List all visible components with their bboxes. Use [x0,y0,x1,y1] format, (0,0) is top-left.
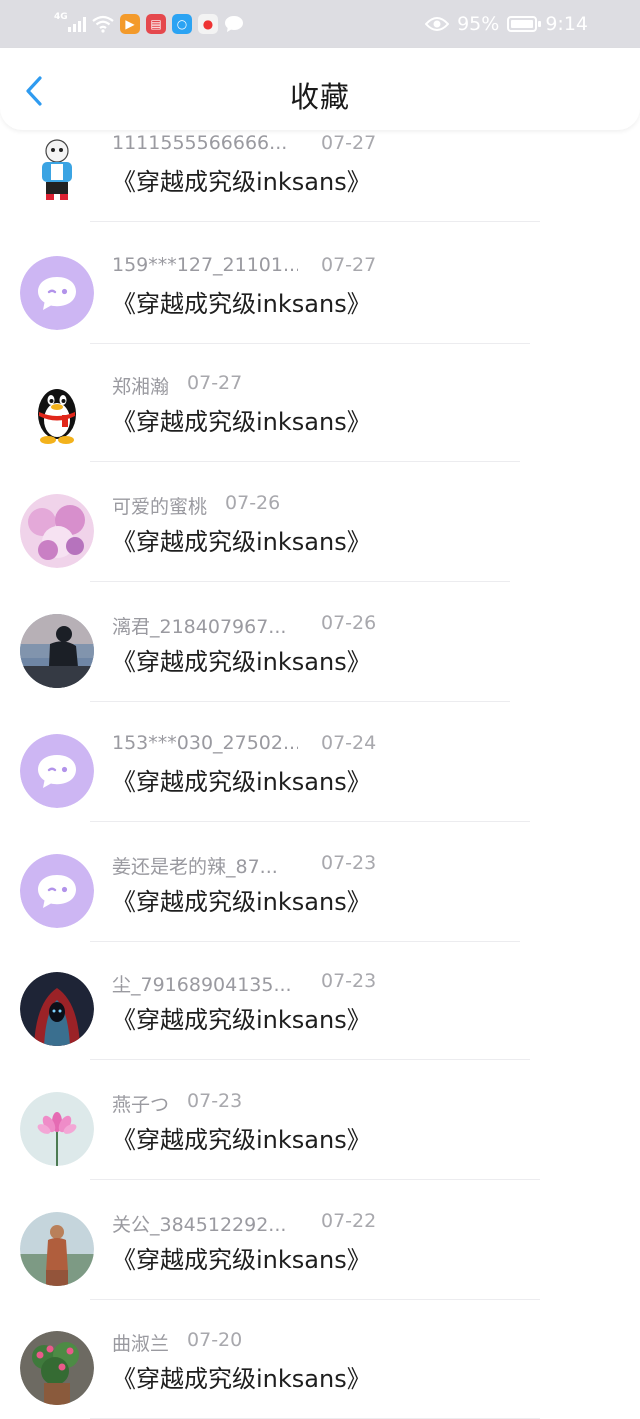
list-item[interactable]: 曲淑兰 07-20 《穿越成究级inksans》 [0,1287,640,1419]
user-name: 尘_79168904135... [112,974,292,996]
video-app-icon: ▶ [120,14,140,34]
user-name: 郑湘瀚 [112,376,170,398]
favorite-date: 07-27 [321,254,377,276]
item-meta: 曲淑兰 07-20 [112,1329,242,1356]
game-app-icon: ● [198,14,218,34]
item-meta: 1111555566666... 07-27 [112,132,376,154]
list-item[interactable]: 可爱的蜜桃 07-26 《穿越成究级inksans》 [0,450,640,582]
list-item[interactable]: 尘_79168904135... 07-23 《穿越成究级inksans》 [0,928,640,1060]
battery-icon [507,16,542,32]
item-meta: 可爱的蜜桃 07-26 [112,492,280,519]
favorite-date: 07-22 [321,1210,377,1232]
work-title[interactable]: 《穿越成究级inksans》 [112,642,371,677]
list-item[interactable]: 关公_384512292... 07-22 《穿越成究级inksans》 [0,1168,640,1300]
item-meta: 159***127_21101... 07-27 [112,254,376,276]
list-item[interactable]: 郑湘瀚 07-27 《穿越成究级inksans》 [0,330,640,462]
user-name: 159***127_21101... [112,254,298,276]
work-title[interactable]: 《穿越成究级inksans》 [112,284,371,319]
list-item[interactable]: 姜还是老的辣_87... 07-23 《穿越成究级inksans》 [0,810,640,942]
item-meta: 尘_79168904135... 07-23 [112,970,376,997]
work-title[interactable]: 《穿越成究级inksans》 [112,1000,371,1035]
list-item[interactable]: 漓君_218407967... 07-26 《穿越成究级inksans》 [0,570,640,702]
user-name: 153***030_27502... [112,732,298,754]
network-type: 4G [54,12,68,22]
signal-icon: 4G [54,12,86,32]
list-item[interactable]: 153***030_27502... 07-24 《穿越成究级inksans》 [0,690,640,822]
item-meta: 姜还是老的辣_87... 07-23 [112,852,376,879]
avatar[interactable] [20,134,94,208]
item-meta: 郑湘瀚 07-27 [112,372,242,399]
item-meta: 关公_384512292... 07-22 [112,1210,376,1237]
favorite-date: 07-23 [321,852,377,874]
list-item[interactable]: 燕子つ 07-23 《穿越成究级inksans》 [0,1048,640,1180]
avatar[interactable] [20,494,94,568]
avatar[interactable] [20,256,94,330]
user-name: 漓君_218407967... [112,616,287,638]
search-app-icon: ○ [172,14,192,34]
work-title[interactable]: 《穿越成究级inksans》 [112,522,371,557]
avatar[interactable] [20,614,94,688]
clock: 9:14 [545,13,588,35]
avatar[interactable] [20,374,94,448]
status-right: 95% 9:14 [425,13,588,35]
user-name: 姜还是老的辣_87... [112,856,278,878]
nav-header: 收藏 [0,48,640,130]
favorite-date: 07-26 [321,612,377,634]
page-title: 收藏 [289,80,350,114]
favorite-date: 07-23 [187,1090,243,1112]
favorite-date: 07-24 [321,732,377,754]
list-item[interactable]: 159***127_21101... 07-27 《穿越成究级inksans》 [0,212,640,344]
item-meta: 153***030_27502... 07-24 [112,732,376,754]
status-left: 4G ▶ ▤ ○ ● [54,12,244,34]
avatar[interactable] [20,1092,94,1166]
work-title[interactable]: 《穿越成究级inksans》 [112,1359,371,1394]
work-title[interactable]: 《穿越成究级inksans》 [112,1120,371,1155]
battery-percent: 95% [457,13,500,35]
item-meta: 燕子つ 07-23 [112,1090,242,1117]
avatar[interactable] [20,854,94,928]
work-title[interactable]: 《穿越成究级inksans》 [112,882,371,917]
work-title[interactable]: 《穿越成究级inksans》 [112,162,371,197]
favorite-date: 07-20 [187,1329,243,1351]
user-name: 曲淑兰 [112,1333,170,1355]
favorite-date: 07-26 [225,492,281,514]
user-name: 关公_384512292... [112,1214,287,1236]
avatar[interactable] [20,734,94,808]
user-name: 燕子つ [112,1094,170,1116]
favorite-date: 07-27 [321,132,377,154]
status-bar: 4G ▶ ▤ ○ ● 95% 9:14 [0,0,640,48]
user-name: 可爱的蜜桃 [112,496,208,518]
item-meta: 漓君_218407967... 07-26 [112,612,376,639]
user-name: 1111555566666... [112,132,288,154]
work-title[interactable]: 《穿越成究级inksans》 [112,762,371,797]
avatar[interactable] [20,1331,94,1405]
avatar[interactable] [20,972,94,1046]
book-app-icon: ▤ [146,14,166,34]
favorite-date: 07-27 [187,372,243,394]
work-title[interactable]: 《穿越成究级inksans》 [112,402,371,437]
work-title[interactable]: 《穿越成究级inksans》 [112,1240,371,1275]
wifi-icon [92,15,114,33]
avatar[interactable] [20,1212,94,1286]
message-icon [225,16,243,32]
favorite-date: 07-23 [321,970,377,992]
eye-icon [425,17,450,31]
